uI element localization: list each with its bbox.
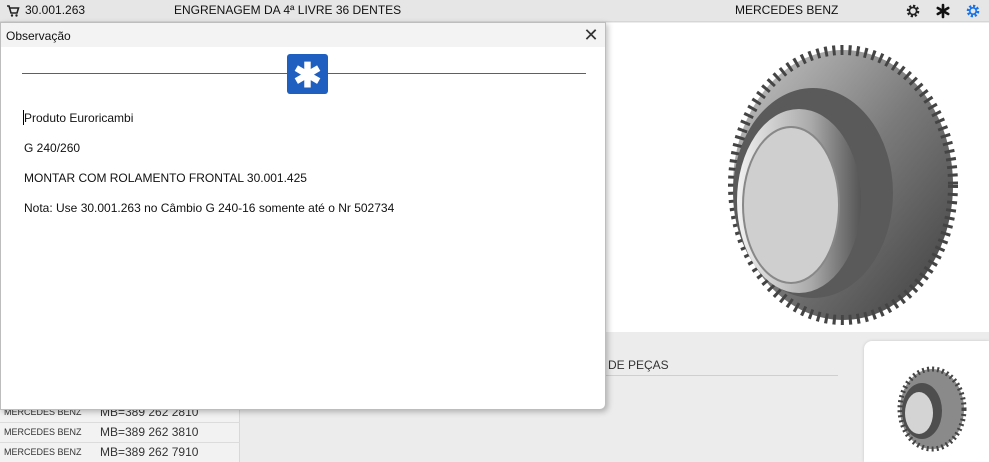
reference-brand: MERCEDES BENZ <box>4 427 82 437</box>
reference-brand: MERCEDES BENZ <box>4 447 82 457</box>
top-bar: 30.001.263 ENGRENAGEM DA 4ª LIVRE 36 DEN… <box>0 0 989 22</box>
product-image <box>603 23 989 332</box>
reference-row[interactable]: MERCEDES BENZ MB=389 262 7910 <box>0 443 240 462</box>
asterisk-icon[interactable] <box>935 3 951 19</box>
app-window: 30.001.263 ENGRENAGEM DA 4ª LIVRE 36 DEN… <box>0 0 989 462</box>
gear-icon[interactable] <box>905 3 921 19</box>
reference-list: MERCEDES BENZ MB=389 262 2810 MERCEDES B… <box>0 405 240 462</box>
note-line: Produto Euroricambi <box>24 111 134 125</box>
cart-icon[interactable] <box>6 4 20 18</box>
product-brand: MERCEDES BENZ <box>735 3 839 17</box>
product-thumbnail[interactable] <box>864 341 989 462</box>
note-line: Nota: Use 30.001.263 no Câmbio G 240-16 … <box>24 201 395 215</box>
cog-settings-icon[interactable] <box>965 3 981 19</box>
note-line: G 240/260 <box>24 141 81 155</box>
asterisk-icon: ✱ <box>293 57 322 95</box>
note-line: MONTAR COM ROLAMENTO FRONTAL 30.001.425 <box>24 171 307 185</box>
product-code: 30.001.263 <box>25 3 86 17</box>
dialog-header: Observação ✕ <box>1 23 605 47</box>
section-divider <box>600 375 838 376</box>
reference-number: MB=389 262 3810 <box>100 425 199 439</box>
dialog-title: Observação <box>6 29 71 43</box>
gear-image <box>728 45 958 325</box>
reference-row[interactable]: MERCEDES BENZ MB=389 262 3810 <box>0 423 240 442</box>
product-description: ENGRENAGEM DA 4ª LIVRE 36 DENTES <box>174 3 402 17</box>
observation-dialog: Observação ✕ ✱ Produto Euroricambi G 240… <box>0 22 606 410</box>
asterisk-button[interactable]: ✱ <box>287 54 328 95</box>
section-title: DE PEÇAS <box>608 358 669 372</box>
close-button[interactable]: ✕ <box>581 25 601 45</box>
reference-number: MB=389 262 7910 <box>100 445 199 459</box>
